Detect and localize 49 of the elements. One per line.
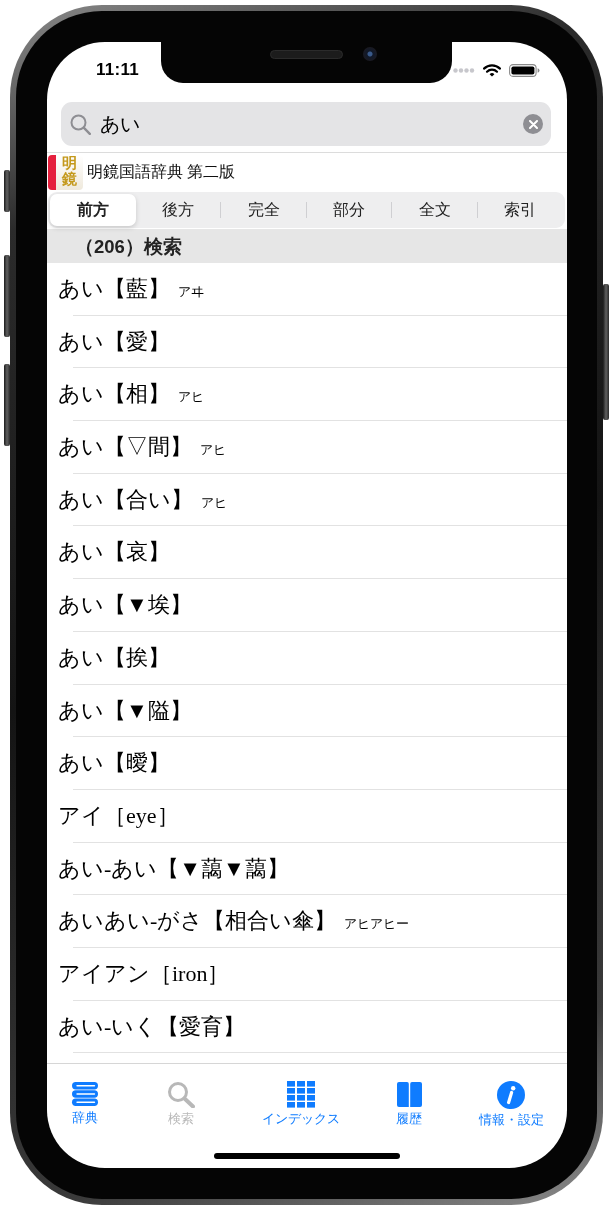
camera-lens <box>363 47 377 61</box>
phone-side-key <box>4 170 10 212</box>
signal-icon <box>453 67 475 73</box>
search-mode-segment[interactable]: 後方 <box>135 194 221 226</box>
headword-text[interactable]: あい【挨】 <box>58 643 170 672</box>
close-icon <box>528 119 538 129</box>
headword-text[interactable]: あい‐あい【▼藹▼藹】 <box>58 854 289 883</box>
search-mode-segment[interactable]: 索引 <box>477 194 563 226</box>
headword-text[interactable]: あい【▼隘】 <box>58 696 192 725</box>
headword-text[interactable]: アイ［eye］ <box>58 801 179 830</box>
info-icon <box>497 1081 525 1109</box>
grid-icon <box>287 1081 315 1108</box>
books-icon <box>71 1081 99 1107</box>
reading-text: アヒ <box>178 388 204 407</box>
dictionary-title: 明鏡国語辞典 第二版 <box>87 161 236 182</box>
wifi-icon <box>483 63 501 77</box>
search-field[interactable]: あい <box>61 102 551 146</box>
headword-text[interactable]: あい‐いく【愛育】 <box>58 1012 246 1041</box>
battery-icon <box>509 63 540 77</box>
result-count-text: （206）検索 <box>75 234 182 259</box>
headword-text[interactable]: あい【曖】 <box>58 749 170 778</box>
search-input[interactable]: あい <box>100 109 514 139</box>
dictionary-tab[interactable]: 辞典 <box>71 1081 99 1128</box>
history-tab[interactable]: 履歴 <box>395 1081 423 1128</box>
headword-text[interactable]: あいあい‐がさ【相合い傘】 <box>58 907 337 936</box>
headword-text[interactable]: あい【合い】 <box>58 485 193 514</box>
index-tab[interactable]: インデックス <box>262 1081 340 1128</box>
search-mode-segment[interactable]: 前方 <box>50 194 136 226</box>
headword-text[interactable]: アイアン［iron］ <box>58 959 230 988</box>
search-icon <box>167 1081 195 1108</box>
info-settings-tab[interactable]: 情報・設定 <box>478 1081 544 1128</box>
headword-text[interactable]: あい【愛】 <box>58 327 170 356</box>
search-icon <box>70 113 91 135</box>
headword-text[interactable]: あい【哀】 <box>58 538 170 567</box>
status-time: 11:11 <box>96 60 140 80</box>
dictionary-logo: 明鏡 <box>48 154 83 190</box>
search-mode-segment[interactable]: 完全 <box>221 194 307 226</box>
open-book-icon <box>395 1081 423 1108</box>
reading-text: アヒアヒー <box>344 915 410 934</box>
headword-text[interactable]: あい【藍】 <box>58 275 170 303</box>
search-mode-segment[interactable]: 全文 <box>392 194 478 226</box>
headword-text[interactable]: あい【▽間】 <box>58 433 192 462</box>
reading-text: アヰ <box>178 283 204 301</box>
headword-text[interactable]: あい【▼埃】 <box>58 591 192 620</box>
clear-search-button[interactable] <box>523 114 543 134</box>
reading-text: アヒ <box>200 441 226 460</box>
reading-text: アヒ <box>201 493 227 512</box>
search-mode-segment[interactable]: 部分 <box>306 194 392 226</box>
headword-text[interactable]: あい【相】 <box>58 380 170 409</box>
